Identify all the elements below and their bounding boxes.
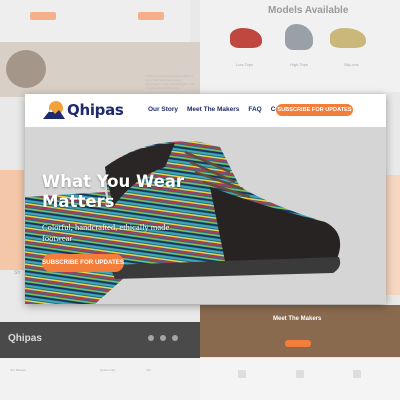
nav-subscribe-button[interactable]: SUBSCRIBE FOR UPDATES xyxy=(276,104,353,116)
qhipas-logo-icon xyxy=(42,100,66,120)
website-mockup: Qhipas Our Story Meet The Makers FAQ Con… xyxy=(25,94,386,304)
twitter-icon xyxy=(160,335,166,341)
bg-features-panel xyxy=(200,358,400,400)
nav-link-our-story[interactable]: Our Story xyxy=(148,106,178,113)
bg-makers-button xyxy=(285,340,311,347)
navbar: Qhipas Our Story Meet The Makers FAQ Con… xyxy=(25,94,386,127)
bg-button xyxy=(30,12,56,20)
model-label: High-Tops xyxy=(290,62,309,67)
model-label: Low-Tops xyxy=(236,62,254,67)
hero-shoe-image xyxy=(25,141,341,304)
model-label: Slip-ons xyxy=(344,62,359,67)
hero-title: What You Wear Matters xyxy=(42,172,185,211)
bg-makers-panel xyxy=(200,305,400,357)
bg-peach-block xyxy=(0,170,24,270)
nav-link-faq[interactable]: FAQ xyxy=(248,106,261,113)
bg-button xyxy=(138,12,164,20)
instagram-icon xyxy=(148,335,154,341)
bg-footer-logo: Qhipas xyxy=(8,333,42,344)
bg-footer-col: Our Mission xyxy=(10,368,27,372)
nav-link-meet-the-makers[interactable]: Meet The Makers xyxy=(187,106,239,113)
bg-footer-links xyxy=(0,358,200,400)
feature-icon xyxy=(296,370,304,378)
bg-testimonial-text: "These are the most colorful shoes I own… xyxy=(145,74,195,90)
bg-makers-title: Meet The Makers xyxy=(273,316,322,322)
hero-section: What You Wear Matters Colorful, handcraf… xyxy=(25,127,386,304)
bg-models-title: Models Available xyxy=(268,5,349,16)
hero-subtitle: Colorful, handcrafted, ethically made fo… xyxy=(42,222,170,243)
logo[interactable]: Qhipas xyxy=(42,100,124,120)
feature-icon xyxy=(353,370,361,378)
nav-links: Our Story Meet The Makers FAQ Contact xyxy=(148,106,295,113)
facebook-icon xyxy=(172,335,178,341)
hero-subscribe-button[interactable]: SUBSCRIBE FOR UPDATES xyxy=(42,254,124,272)
bg-footer-col: Quick Links xyxy=(100,368,116,372)
logo-text: Qhipas xyxy=(67,101,124,119)
bg-footer-col: Info xyxy=(146,368,152,372)
feature-icon xyxy=(238,370,246,378)
bg-shoe-photo xyxy=(6,50,46,88)
bg-side-label: Sh xyxy=(14,270,21,276)
bg-panel-top-left xyxy=(0,0,190,42)
